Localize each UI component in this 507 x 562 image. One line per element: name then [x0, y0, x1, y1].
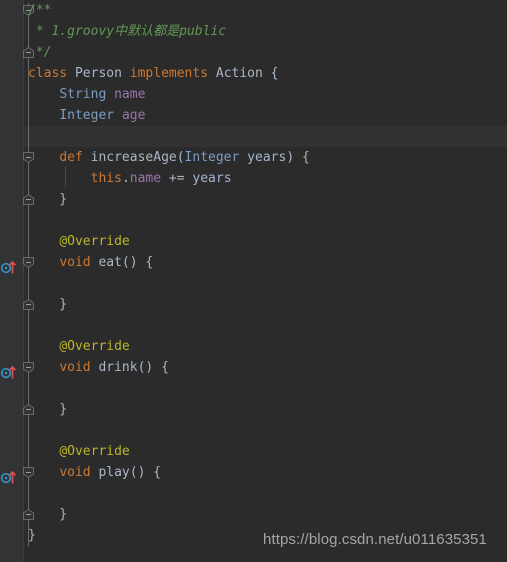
implementing-method-icon[interactable] [0, 469, 18, 485]
code-line[interactable]: class Person implements Action { [28, 63, 279, 84]
code-token-keyword: void [59, 465, 91, 480]
code-token-keyword: implements [129, 66, 209, 81]
code-token-keyword: def [59, 150, 83, 165]
code-token-plain: play() { [90, 465, 162, 480]
code-token-plain: } [28, 297, 68, 312]
code-line[interactable]: this.name += years [28, 168, 232, 189]
code-token-field: name [129, 171, 162, 186]
code-line[interactable]: void play() { [28, 462, 161, 483]
code-token-plain: } [28, 507, 68, 522]
code-line[interactable]: @Override [28, 231, 130, 252]
code-token-plain: ) { [286, 150, 310, 165]
code-token-comment: */ [28, 45, 52, 60]
code-token-plain: } [28, 192, 68, 207]
code-token-parameter: years [192, 171, 232, 186]
code-line[interactable]: @Override [28, 336, 130, 357]
code-token-keyword: void [59, 255, 91, 270]
code-line[interactable]: } [28, 504, 67, 525]
implementing-method-icon[interactable] [0, 364, 18, 380]
code-line[interactable]: */ [28, 42, 52, 63]
code-token-plain: Person [67, 66, 130, 81]
code-line[interactable]: def increaseAge(Integer years) { [28, 147, 310, 168]
code-token-plain: increaseAge( [82, 150, 185, 165]
code-token-keyword: this [90, 171, 122, 186]
code-editor[interactable]: /** * 1.groovy中默认都是public */ class Person… [0, 0, 507, 562]
code-line[interactable]: } [28, 525, 36, 546]
code-token-plain: += [161, 171, 193, 186]
code-line[interactable]: void drink() { [28, 357, 169, 378]
code-line[interactable]: * 1.groovy中默认都是public [28, 21, 226, 42]
caret-row-highlight [0, 126, 507, 147]
implementing-method-icon[interactable] [0, 259, 18, 275]
code-line[interactable]: } [28, 399, 67, 420]
code-token-type: String [59, 87, 107, 102]
code-token-annotation: @Override [59, 234, 130, 249]
code-token-plain: Action { [208, 66, 279, 81]
code-token-plain: . [121, 171, 130, 186]
code-line[interactable]: Integer age [28, 105, 145, 126]
code-token-parameter: years [247, 150, 287, 165]
code-line[interactable]: String name [28, 84, 145, 105]
code-line[interactable]: @Override [28, 441, 130, 462]
code-line[interactable]: /** [28, 0, 51, 21]
code-token-keyword: class [28, 66, 68, 81]
code-token-type: Integer [59, 108, 115, 123]
code-token-comment: /** [28, 3, 52, 18]
code-token-plain: } [28, 528, 36, 543]
code-token-field: name [114, 87, 146, 102]
code-token-type: Integer [184, 150, 240, 165]
code-token-plain: } [28, 402, 68, 417]
code-line[interactable]: } [28, 189, 67, 210]
watermark: https://blog.csdn.net/u011635351 [263, 531, 487, 548]
code-line[interactable]: void eat() { [28, 252, 153, 273]
code-token-plain: eat() { [90, 255, 154, 270]
code-token-annotation: @Override [59, 339, 130, 354]
code-token-keyword: void [59, 360, 91, 375]
code-token-annotation: @Override [59, 444, 130, 459]
code-line[interactable]: } [28, 294, 67, 315]
code-token-comment: * 1.groovy中默认都是public [28, 24, 227, 39]
code-token-field: age [121, 108, 146, 123]
code-token-plain: drink() { [90, 360, 169, 375]
